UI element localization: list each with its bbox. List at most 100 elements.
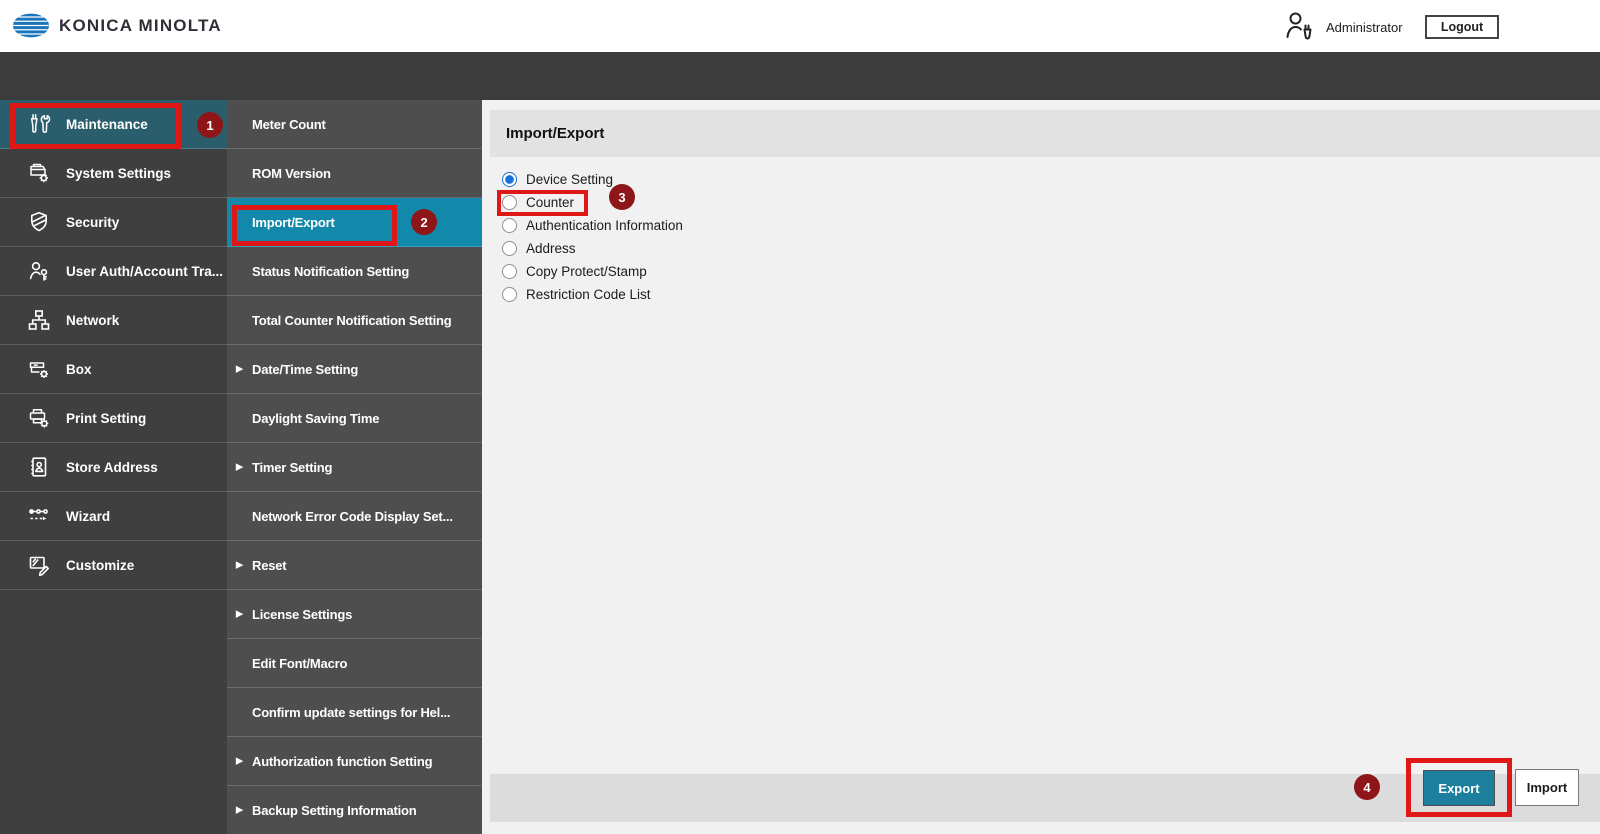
user-auth-key-icon (27, 259, 51, 283)
submenu-item-label: Status Notification Setting (252, 264, 409, 279)
submenu-item-rom-version[interactable]: ▶ ROM Version (227, 149, 482, 198)
app-bar: PAGESCOPE Web Connection Model Name:bizh… (0, 52, 1600, 100)
submenu-item-label: Total Counter Notification Setting (252, 313, 452, 328)
radio-option-address[interactable]: Address (482, 237, 942, 260)
system-settings-icon (27, 161, 51, 185)
submenu-item-label: Import/Export (252, 215, 335, 230)
submenu-item-authorization-function-setting[interactable]: ▶ Authorization function Setting (227, 737, 482, 786)
export-button[interactable]: Export (1423, 770, 1495, 806)
submenu-item-reset[interactable]: ▶ Reset (227, 541, 482, 590)
brand-name: KONICA MINOLTA (59, 16, 222, 36)
radio-input[interactable] (502, 172, 517, 187)
radio-input[interactable] (502, 218, 517, 233)
top-bar: KONICA MINOLTA Administrator Logout (0, 0, 1600, 52)
submenu-item-import-export[interactable]: ▶ Import/Export 2 (227, 198, 482, 247)
submenu-item-network-error-code-display-set[interactable]: ▶ Network Error Code Display Set... (227, 492, 482, 541)
action-bar: 4 Export Import (490, 774, 1600, 822)
radio-input[interactable] (502, 264, 517, 279)
sidebar-item-label: User Auth/Account Tra... (66, 264, 223, 279)
admin-user-icon (1282, 8, 1318, 44)
submenu-item-label: Network Error Code Display Set... (252, 509, 453, 524)
sidebar-item-maintenance[interactable]: Maintenance 1 (0, 100, 227, 149)
page-title-band: Import/Export (490, 110, 1600, 157)
admin-user-label: Administrator (1326, 20, 1403, 35)
submenu-item-confirm-update-settings-for-hel[interactable]: ▶ Confirm update settings for Hel... (227, 688, 482, 737)
sidebar-item-wizard[interactable]: Wizard (0, 492, 227, 541)
submenu-item-total-counter-notification-setting[interactable]: ▶ Total Counter Notification Setting (227, 296, 482, 345)
page-title: Import/Export (506, 125, 604, 142)
submenu-item-label: Daylight Saving Time (252, 411, 379, 426)
box-gear-icon (27, 357, 51, 381)
main-nav: Maintenance 1 System Settings Security U… (0, 100, 227, 834)
sidebar-item-label: Customize (66, 558, 134, 573)
expand-arrow-icon: ▶ (236, 756, 243, 767)
sidebar-item-customize[interactable]: Customize (0, 541, 227, 590)
radio-option-device-setting[interactable]: Device Setting (482, 168, 942, 191)
submenu-item-label: Backup Setting Information (252, 803, 417, 818)
sidebar-item-label: Maintenance (66, 117, 148, 132)
radio-option-restriction-code-list[interactable]: Restriction Code List (482, 283, 942, 306)
sidebar-item-box[interactable]: Box (0, 345, 227, 394)
radio-label: Restriction Code List (526, 287, 651, 302)
radio-label: Device Setting (526, 172, 613, 187)
radio-label: Counter (526, 195, 574, 210)
submenu-item-license-settings[interactable]: ▶ License Settings (227, 590, 482, 639)
sub-nav: ▶ Meter Count ▶ ROM Version ▶ Import/Exp… (227, 100, 482, 834)
submenu-item-label: Reset (252, 558, 286, 573)
submenu-item-label: Date/Time Setting (252, 362, 358, 377)
content-area: Import/Export Device Setting Counter 3 A… (482, 100, 1600, 834)
submenu-item-backup-setting-information[interactable]: ▶ Backup Setting Information (227, 786, 482, 834)
session-area: Administrator Logout (1280, 0, 1600, 52)
sidebar-item-system-settings[interactable]: System Settings (0, 149, 227, 198)
submenu-item-label: Edit Font/Macro (252, 656, 347, 671)
wizard-steps-icon (27, 504, 51, 528)
radio-label: Address (526, 241, 576, 256)
sidebar-item-label: Store Address (66, 460, 158, 475)
submenu-item-daylight-saving-time[interactable]: ▶ Daylight Saving Time (227, 394, 482, 443)
logout-button[interactable]: Logout (1425, 15, 1499, 39)
radio-option-counter[interactable]: Counter 3 (482, 191, 942, 214)
submenu-item-timer-setting[interactable]: ▶ Timer Setting (227, 443, 482, 492)
brand-globe-icon (12, 12, 50, 39)
radio-label: Copy Protect/Stamp (526, 264, 647, 279)
radio-option-copy-protect-stamp[interactable]: Copy Protect/Stamp (482, 260, 942, 283)
submenu-item-label: Authorization function Setting (252, 754, 432, 769)
radio-input[interactable] (502, 241, 517, 256)
address-book-icon (27, 455, 51, 479)
radio-input[interactable] (502, 287, 517, 302)
step-badge: 3 (609, 184, 635, 210)
expand-arrow-icon: ▶ (236, 560, 243, 571)
sidebar-item-print-setting[interactable]: Print Setting (0, 394, 227, 443)
radio-group: Device Setting Counter 3 Authentication … (482, 168, 942, 306)
submenu-item-label: ROM Version (252, 166, 331, 181)
submenu-item-date-time-setting[interactable]: ▶ Date/Time Setting (227, 345, 482, 394)
network-tree-icon (27, 308, 51, 332)
sidebar-item-network[interactable]: Network (0, 296, 227, 345)
sidebar-item-label: Print Setting (66, 411, 146, 426)
radio-option-authentication-information[interactable]: Authentication Information (482, 214, 942, 237)
brand-logo: KONICA MINOLTA (12, 12, 222, 39)
radio-input[interactable] (502, 195, 517, 210)
print-gear-icon (27, 406, 51, 430)
maintenance-tools-icon (27, 112, 51, 136)
sidebar-item-label: Security (66, 215, 119, 230)
submenu-item-label: Confirm update settings for Hel... (252, 705, 450, 720)
submenu-item-meter-count[interactable]: ▶ Meter Count (227, 100, 482, 149)
sidebar-item-security[interactable]: Security (0, 198, 227, 247)
step-badge: 2 (411, 209, 437, 235)
sidebar-item-user-auth-account-tra[interactable]: User Auth/Account Tra... (0, 247, 227, 296)
sidebar-item-label: Network (66, 313, 119, 328)
step-badge: 1 (197, 112, 223, 138)
security-shield-icon (27, 210, 51, 234)
submenu-item-label: Meter Count (252, 117, 326, 132)
sidebar-item-label: Box (66, 362, 92, 377)
step-badge: 4 (1354, 774, 1380, 800)
import-button[interactable]: Import (1515, 769, 1579, 806)
customize-pencil-icon (27, 553, 51, 577)
sidebar-item-store-address[interactable]: Store Address (0, 443, 227, 492)
expand-arrow-icon: ▶ (236, 364, 243, 375)
submenu-item-edit-font-macro[interactable]: ▶ Edit Font/Macro (227, 639, 482, 688)
submenu-item-label: License Settings (252, 607, 352, 622)
submenu-item-status-notification-setting[interactable]: ▶ Status Notification Setting (227, 247, 482, 296)
sidebar-item-label: System Settings (66, 166, 171, 181)
